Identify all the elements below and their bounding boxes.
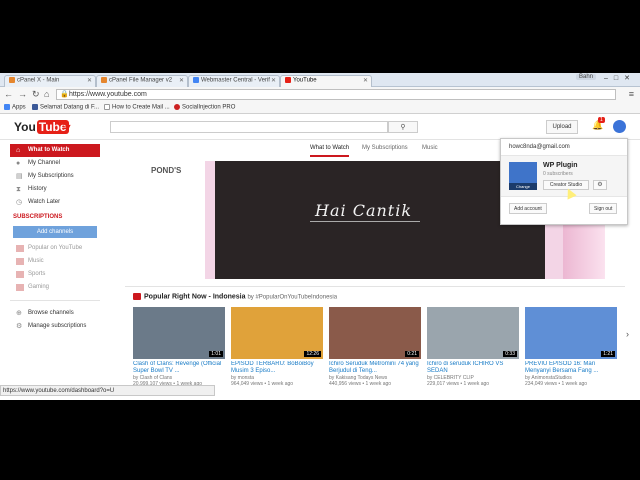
cpanel-icon bbox=[101, 77, 107, 83]
socialinjection-icon bbox=[174, 104, 180, 110]
lock-icon: 🔒 bbox=[60, 91, 69, 98]
bookmarks-bar: Apps Selamat Datang di F... How to Creat… bbox=[0, 102, 640, 114]
browser-window: cPanel X - Main ✕ cPanel File Manager v2 ✕… bbox=[0, 73, 640, 400]
facebook-icon bbox=[32, 104, 38, 110]
search-button[interactable]: ⚲ bbox=[388, 121, 418, 133]
youtube-header: You Tube ≡▾ ⚲ Upload 🔔 1 bbox=[0, 114, 640, 140]
youtube-logo[interactable]: You Tube bbox=[14, 120, 69, 134]
youtube-icon bbox=[285, 77, 291, 83]
url-text: https://www.youtube.com bbox=[69, 91, 147, 98]
close-icon[interactable]: ✕ bbox=[271, 77, 276, 84]
close-icon[interactable]: ✕ bbox=[363, 77, 368, 84]
upload-button[interactable]: Upload bbox=[546, 120, 578, 134]
cpanel-icon bbox=[9, 77, 15, 83]
window-controls[interactable]: –□✕ bbox=[604, 74, 636, 82]
reload-icon[interactable]: ↻ bbox=[32, 89, 40, 100]
forward-icon[interactable]: → bbox=[18, 89, 27, 99]
notification-count-badge: 1 bbox=[598, 117, 605, 123]
google-icon bbox=[193, 77, 199, 83]
bookmark-selamat-datang[interactable]: Selamat Datang di F... bbox=[32, 104, 99, 111]
tab-cpanel-file-manager[interactable]: cPanel File Manager v2 ✕ bbox=[96, 75, 188, 87]
home-icon[interactable]: ⌂ bbox=[44, 89, 49, 99]
bookmark-create-mail[interactable]: How to Create Mail ... bbox=[104, 104, 170, 111]
avatar[interactable] bbox=[613, 120, 626, 133]
close-icon[interactable]: ✕ bbox=[179, 77, 184, 84]
browser-user-chip[interactable]: Bahn bbox=[575, 74, 596, 80]
back-icon[interactable]: ← bbox=[4, 89, 13, 99]
search-input[interactable] bbox=[110, 121, 388, 133]
address-bar[interactable]: 🔒 https://www.youtube.com bbox=[56, 89, 616, 100]
apps-icon bbox=[4, 104, 10, 110]
bookmark-socialinjection[interactable]: SocialInjection PRO bbox=[174, 104, 235, 111]
tab-cpanel-main[interactable]: cPanel X - Main ✕ bbox=[4, 75, 96, 87]
bookmark-apps[interactable]: Apps bbox=[4, 104, 26, 111]
search-icon: ⚲ bbox=[400, 124, 406, 131]
guide-menu-icon[interactable]: ≡▾ bbox=[62, 122, 71, 131]
navigation-bar: ← → ↻ ⌂ 🔒 https://www.youtube.com ≡ bbox=[0, 87, 640, 102]
tab-youtube[interactable]: YouTube ✕ bbox=[280, 75, 372, 87]
close-icon[interactable]: ✕ bbox=[87, 77, 92, 84]
tab-strip: cPanel X - Main ✕ cPanel File Manager v2 ✕… bbox=[0, 73, 640, 87]
page-icon bbox=[104, 104, 110, 110]
chrome-menu-icon[interactable]: ≡ bbox=[629, 89, 634, 99]
screen-bottom-border bbox=[0, 400, 640, 480]
tab-webmaster-central[interactable]: Webmaster Central - Verif ✕ bbox=[188, 75, 280, 87]
